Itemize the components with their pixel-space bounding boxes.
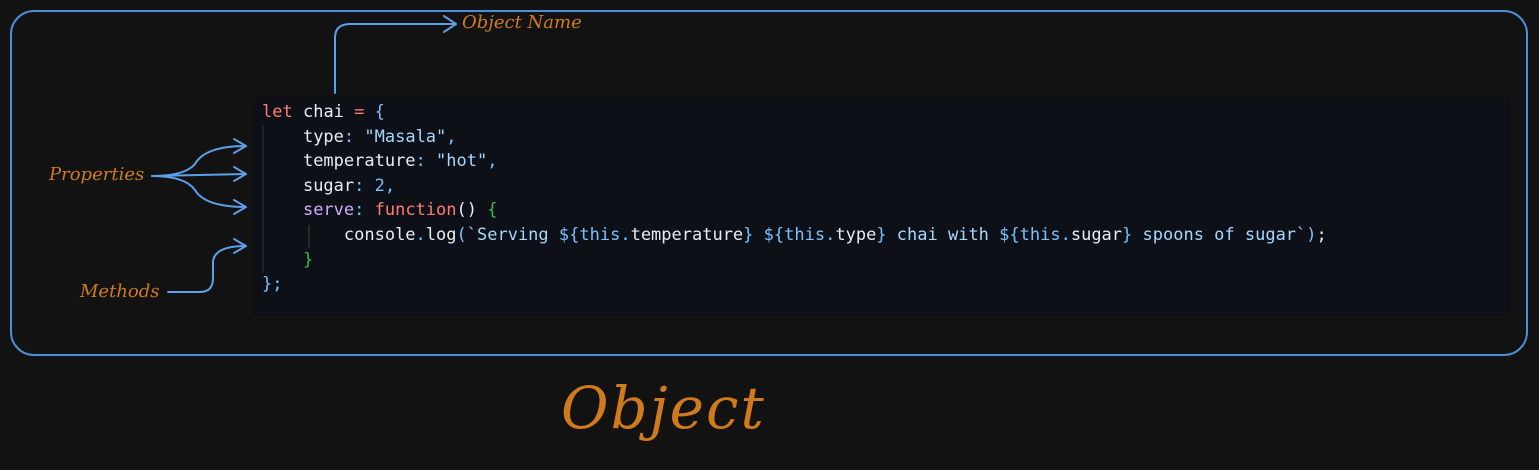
code-token: temperature [630,225,744,245]
code-token: chai [302,102,344,122]
code-token: `Serving [466,225,559,245]
code-line: }; [262,272,282,297]
code-token: . [415,225,426,245]
object-name-label: Object Name [462,12,582,33]
code-token: , [487,151,498,172]
methods-label: Methods [80,281,160,302]
code-token: : [415,151,437,172]
code-token: : [343,126,365,147]
code-token: , [446,126,457,147]
code-token: : [354,200,375,221]
code-token: "hot" [436,151,488,172]
code-token: () [456,200,477,221]
code-token: ${ [558,225,580,245]
code-token: } [743,225,754,245]
code-token: this [579,225,621,245]
code-token: ) [1306,225,1317,245]
code-token: log [425,225,457,245]
properties-arrow-type [151,145,247,177]
code-token: . [620,225,631,245]
code-line: let chai = { [262,100,385,125]
diagram-caption: Object [561,374,766,442]
object-name-arrow [334,23,457,94]
code-line: serve: function() { [262,198,498,223]
code-token: , [384,175,396,196]
code-token: } [302,249,314,270]
code-line: console.log(`Serving ${this.temperature}… [262,223,1327,248]
code-token: { [374,102,385,122]
code-token: { [487,200,498,221]
code-token: ${ [999,225,1020,245]
code-token: "Masala" [364,126,447,147]
code-token: type [835,225,877,245]
code-token: console [343,225,416,245]
code-token: }; [262,274,283,295]
code-token: this [784,225,826,245]
code-token: . [1060,225,1071,245]
code-token: ( [456,225,467,245]
code-token: function [374,200,457,221]
properties-label: Properties [49,164,145,185]
code-token: } [1122,225,1133,245]
code-token: chai with [886,225,1000,245]
code-token: let [262,102,293,122]
code-line: sugar: 2, [262,174,395,199]
code-token: temperature [302,151,416,172]
code-token: : [354,175,375,196]
code-token: ${ [763,225,785,245]
properties-arrow-temperature [151,173,247,177]
code-token: = [354,102,365,122]
code-line: } [262,248,313,273]
code-token: sugar [302,175,355,196]
code-token: } [876,225,887,245]
properties-arrow-sugar [151,175,247,208]
code-line: temperature: "hot", [262,149,498,174]
code-token: . [825,225,836,245]
code-token: ; [1316,225,1327,245]
code-line: type: "Masala", [262,125,457,150]
code-token: 2 [374,175,385,196]
code-token: type [302,126,344,147]
code-token: serve [302,200,355,221]
code-token: spoons of sugar` [1132,225,1307,245]
code-token: this [1019,225,1061,245]
code-token: sugar [1070,225,1123,245]
